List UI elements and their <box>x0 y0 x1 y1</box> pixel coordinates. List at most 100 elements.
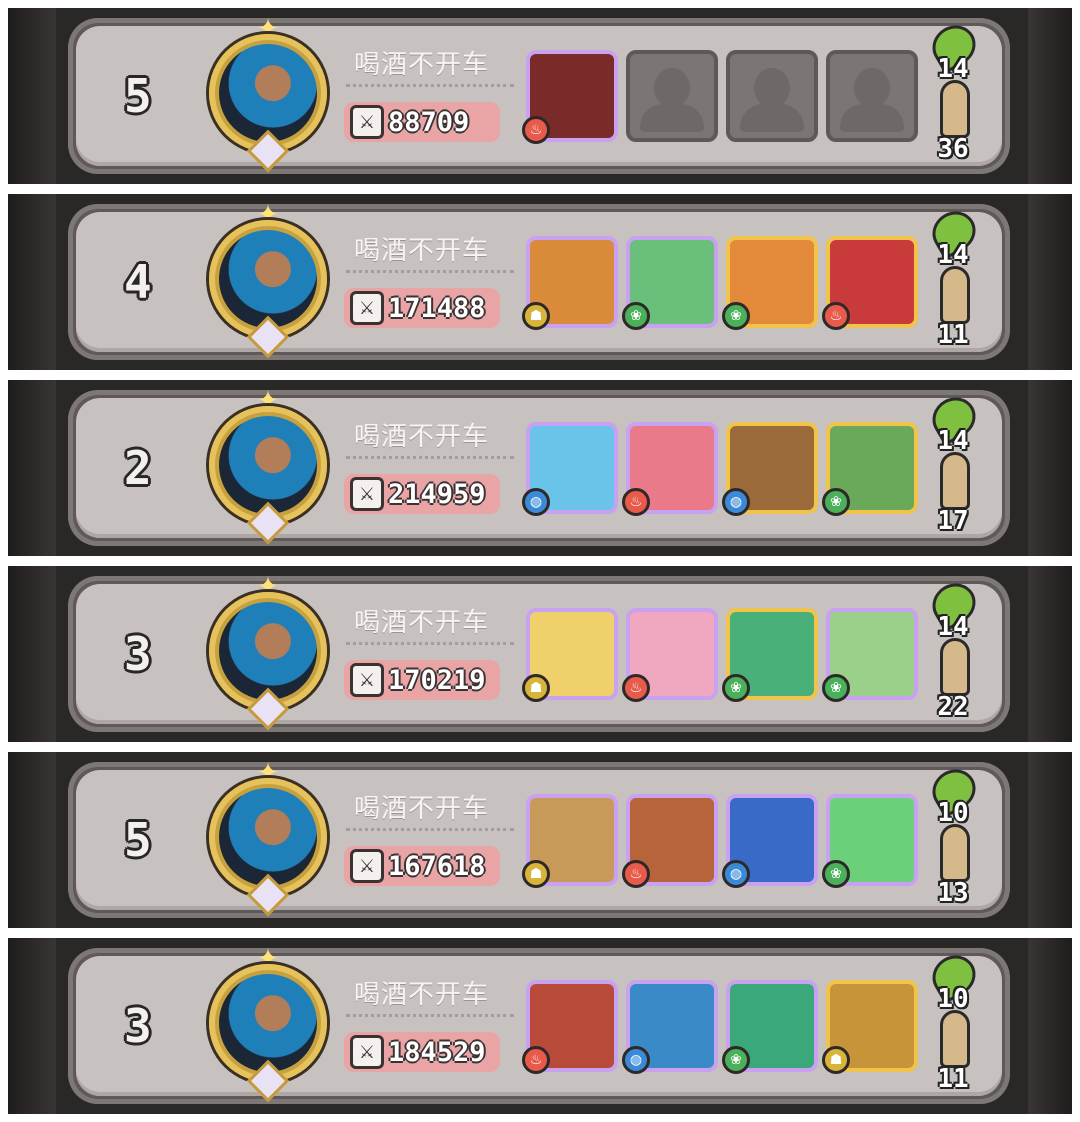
stat-a: 14 <box>937 612 969 642</box>
stat-a: 14 <box>937 240 969 270</box>
pink-haired-girl-hero[interactable]: ♨ <box>622 422 718 516</box>
player-avatar[interactable]: ✦ <box>209 572 327 731</box>
player-avatar[interactable]: ✦ <box>209 14 327 173</box>
record-card[interactable]: 2 ✦ 喝酒不开车 ⚔ 214959 ◍ ♨ ◍ ❀ 14 17 <box>68 386 1010 546</box>
red-haired-monocle-hero[interactable]: ♨ <box>822 236 918 330</box>
power-icon: ⚔ <box>350 1035 384 1069</box>
green-druid-hero[interactable]: ❀ <box>722 608 818 702</box>
wind-element-icon: ❀ <box>622 302 650 330</box>
blonde-girl-hero[interactable]: ☗ <box>522 608 618 702</box>
fire-element-icon: ♨ <box>522 116 550 144</box>
hero-lineup: ☗ ♨ ◍ ❀ <box>522 794 918 888</box>
player-name: 喝酒不开车 <box>354 236 490 266</box>
divider <box>346 456 514 459</box>
bull-warrior-hero[interactable]: ♨ <box>522 50 618 144</box>
stats: 14 17 <box>922 389 984 538</box>
empty-slot[interactable] <box>826 50 918 142</box>
power-value: 170219 <box>388 664 486 696</box>
rank-label: 3 <box>124 999 152 1053</box>
player-name: 喝酒不开车 <box>354 422 490 452</box>
blue-horned-hero[interactable]: ◍ <box>722 794 818 888</box>
stats: 10 11 <box>922 947 984 1096</box>
power-icon: ⚔ <box>350 105 384 139</box>
aviator-girl-hero[interactable]: ☗ <box>822 980 918 1074</box>
rank-label: 5 <box>124 813 152 867</box>
knight-piece-icon <box>940 452 970 510</box>
power-badge: ⚔ 170219 <box>344 660 500 700</box>
water-element-icon: ◍ <box>622 1046 650 1074</box>
old-sage-hero[interactable]: ❀ <box>822 608 918 702</box>
green-haired-warrior-hero[interactable]: ❀ <box>822 422 918 516</box>
knight-piece-icon <box>940 1010 970 1068</box>
record-card[interactable]: 3 ✦ 喝酒不开车 ⚔ 184529 ♨ ◍ ❀ ☗ 10 11 <box>68 944 1010 1104</box>
blue-elf-archer-hero[interactable]: ◍ <box>522 422 618 516</box>
red-bandana-hero[interactable]: ♨ <box>622 794 718 888</box>
knight-piece-icon <box>940 266 970 324</box>
green-elf-girl-hero[interactable]: ❀ <box>822 794 918 888</box>
rank-label: 4 <box>124 255 152 309</box>
power-icon: ⚔ <box>350 849 384 883</box>
divider <box>346 642 514 645</box>
fire-element-icon: ♨ <box>622 674 650 702</box>
stat-b: 11 <box>937 320 969 350</box>
wind-element-icon: ❀ <box>722 674 750 702</box>
empty-slot[interactable] <box>726 50 818 142</box>
player-name: 喝酒不开车 <box>354 608 490 638</box>
hero-lineup: ♨ <box>522 50 918 144</box>
divider <box>346 1014 514 1017</box>
power-value: 167618 <box>388 850 486 882</box>
divider <box>346 828 514 831</box>
power-badge: ⚔ 88709 <box>344 102 500 142</box>
golden-crown-hero[interactable]: ☗ <box>522 794 618 888</box>
tiger-hero[interactable]: ☗ <box>522 236 618 330</box>
power-badge: ⚔ 184529 <box>344 1032 500 1072</box>
rank-label: 2 <box>124 441 152 495</box>
stat-b: 11 <box>937 1064 969 1094</box>
goggles-red-hero[interactable]: ♨ <box>522 980 618 1074</box>
player-avatar[interactable]: ✦ <box>209 944 327 1103</box>
green-medusa-hero[interactable]: ❀ <box>722 980 818 1074</box>
power-value: 171488 <box>388 292 486 324</box>
earth-element-icon: ☗ <box>822 1046 850 1074</box>
record-card[interactable]: 3 ✦ 喝酒不开车 ⚔ 170219 ☗ ♨ ❀ ❀ 14 22 <box>68 572 1010 732</box>
hero-lineup: ♨ ◍ ❀ ☗ <box>522 980 918 1074</box>
power-badge: ⚔ 167618 <box>344 846 500 886</box>
player-avatar[interactable]: ✦ <box>209 200 327 359</box>
stats: 14 22 <box>922 575 984 724</box>
power-icon: ⚔ <box>350 291 384 325</box>
green-sorceress-hero[interactable]: ❀ <box>622 236 718 330</box>
hero-lineup: ☗ ♨ ❀ ❀ <box>522 608 918 702</box>
wind-element-icon: ❀ <box>822 860 850 888</box>
wind-element-icon: ❀ <box>822 488 850 516</box>
earth-element-icon: ☗ <box>522 860 550 888</box>
blue-haired-rogue-hero[interactable]: ◍ <box>622 980 718 1074</box>
record-card[interactable]: 5 ✦ 喝酒不开车 ⚔ 88709 ♨ 14 36 <box>68 14 1010 174</box>
player-avatar[interactable]: ✦ <box>209 758 327 917</box>
orange-haired-girl-hero[interactable]: ❀ <box>722 236 818 330</box>
stats: 14 11 <box>922 203 984 352</box>
record-card[interactable]: 4 ✦ 喝酒不开车 ⚔ 171488 ☗ ❀ ❀ ♨ 14 11 <box>68 200 1010 360</box>
player-name: 喝酒不开车 <box>354 980 490 1010</box>
pink-fairy-hero[interactable]: ♨ <box>622 608 718 702</box>
water-element-icon: ◍ <box>722 488 750 516</box>
stat-a: 14 <box>937 54 969 84</box>
power-value: 214959 <box>388 478 486 510</box>
stat-b: 13 <box>937 878 969 908</box>
knight-piece-icon <box>940 80 970 138</box>
power-badge: ⚔ 171488 <box>344 288 500 328</box>
record-row: 5 ✦ 喝酒不开车 ⚔ 167618 ☗ ♨ ◍ ❀ 10 13 <box>8 752 1072 928</box>
hero-lineup: ☗ ❀ ❀ ♨ <box>522 236 918 330</box>
record-row: 3 ✦ 喝酒不开车 ⚔ 170219 ☗ ♨ ❀ ❀ 14 22 <box>8 566 1072 742</box>
stat-a: 14 <box>937 426 969 456</box>
knight-piece-icon <box>940 824 970 882</box>
divider <box>346 270 514 273</box>
stat-b: 36 <box>937 134 969 164</box>
hero-lineup: ◍ ♨ ◍ ❀ <box>522 422 918 516</box>
stats: 14 36 <box>922 17 984 166</box>
record-card[interactable]: 5 ✦ 喝酒不开车 ⚔ 167618 ☗ ♨ ◍ ❀ 10 13 <box>68 758 1010 918</box>
empty-slot[interactable] <box>626 50 718 142</box>
fire-element-icon: ♨ <box>622 488 650 516</box>
power-icon: ⚔ <box>350 477 384 511</box>
player-avatar[interactable]: ✦ <box>209 386 327 545</box>
wooden-mask-hero[interactable]: ◍ <box>722 422 818 516</box>
